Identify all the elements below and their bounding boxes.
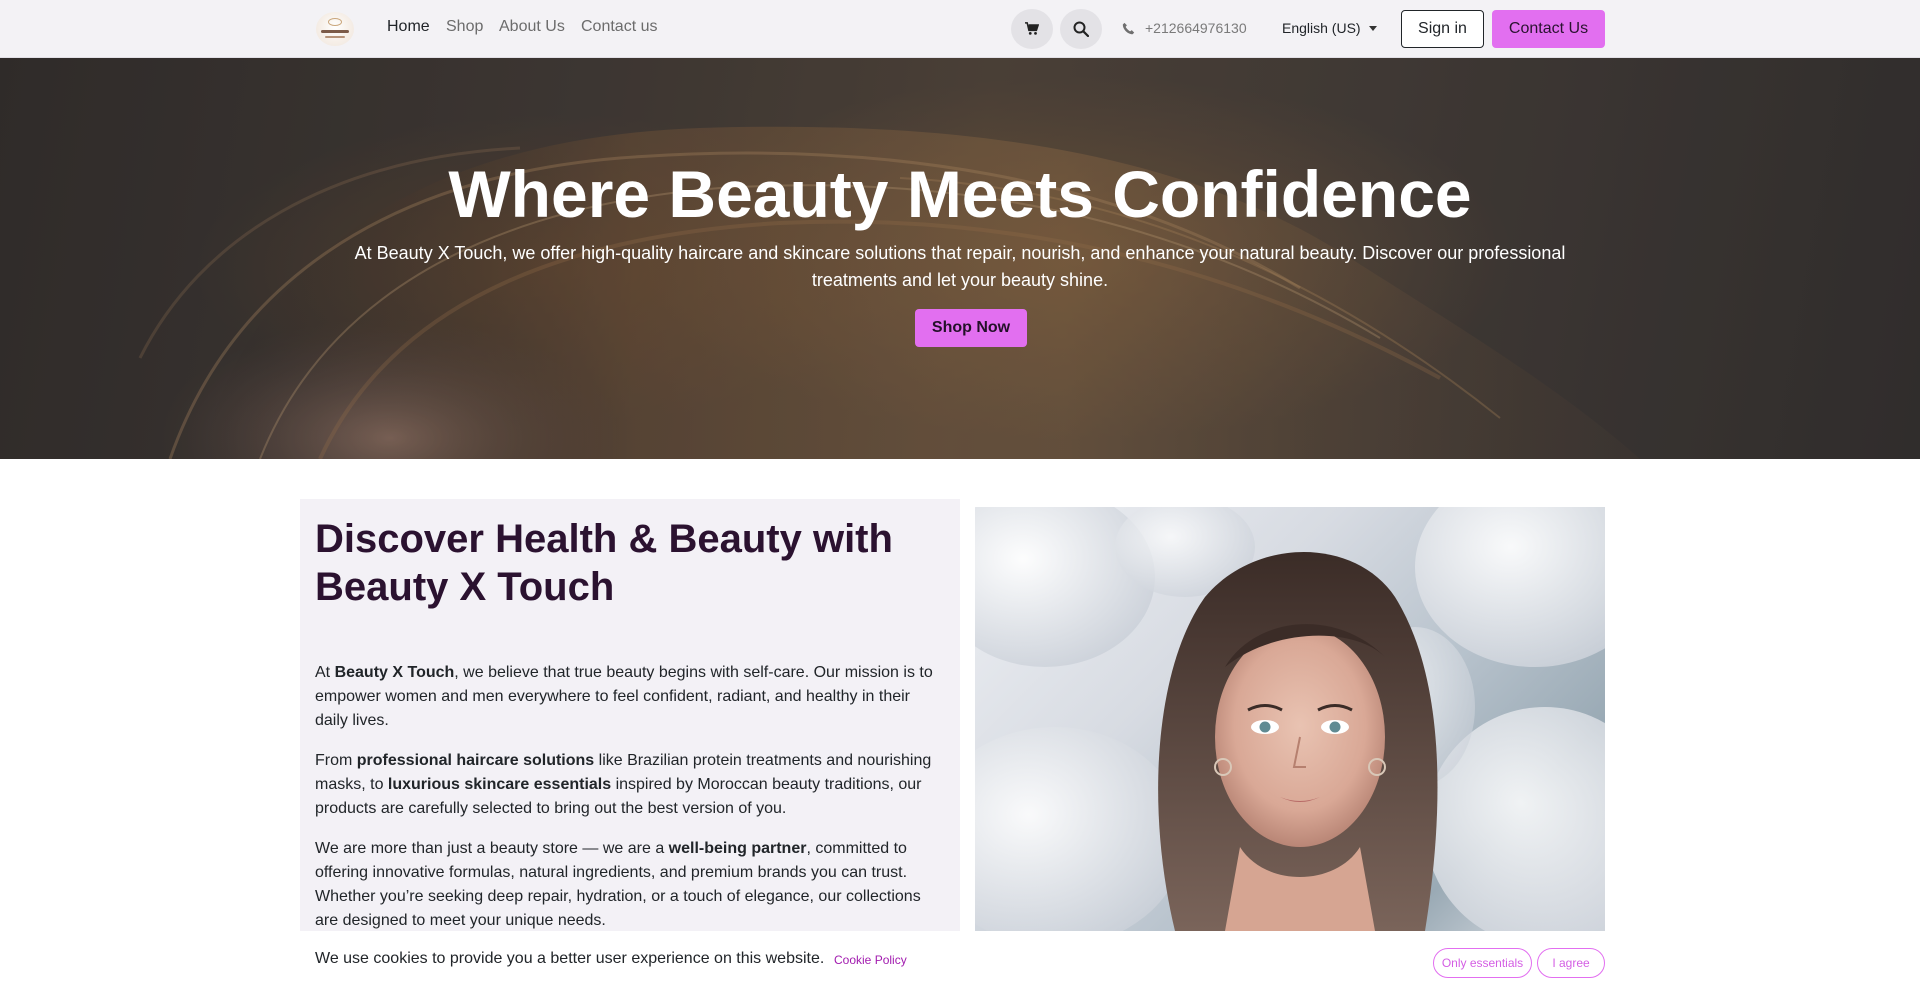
about-heading: Discover Health & Beauty with Beauty X T… <box>315 517 893 609</box>
phone-icon <box>1122 22 1135 34</box>
hero-title: Where Beauty Meets Confidence <box>448 157 1472 231</box>
i-agree-button[interactable]: I agree <box>1537 948 1605 978</box>
nav-contact-us[interactable]: Contact us <box>581 18 657 36</box>
cart-icon <box>1025 22 1039 35</box>
contact-us-button[interactable]: Contact Us <box>1492 10 1605 48</box>
nav-about-us[interactable]: About Us <box>499 18 565 36</box>
logo-wordmark <box>321 30 349 33</box>
brand-logo[interactable] <box>316 12 354 46</box>
model-portrait-image <box>975 507 1605 931</box>
language-label: English (US) <box>1282 20 1361 36</box>
cookie-policy-link[interactable]: Cookie Policy <box>834 953 907 967</box>
nav-shop[interactable]: Shop <box>446 18 483 36</box>
logo-ornament <box>328 18 342 26</box>
hero-subtitle: At Beauty X Touch, we offer high-quality… <box>354 243 1566 290</box>
only-essentials-button[interactable]: Only essentials <box>1433 948 1532 978</box>
cookie-message: We use cookies to provide you a better u… <box>315 950 825 967</box>
search-button[interactable] <box>1060 9 1102 49</box>
cookie-banner: We use cookies to provide you a better u… <box>300 931 1620 993</box>
shop-now-button[interactable]: Shop Now <box>915 309 1027 347</box>
phone-contact[interactable]: +212664976130 <box>1122 20 1247 36</box>
search-icon <box>1073 21 1089 37</box>
about-paragraph-3: We are more than just a beauty store — w… <box>315 840 921 929</box>
about-section: Discover Health & Beauty with Beauty X T… <box>300 499 960 969</box>
hero-banner: Where Beauty Meets Confidence At Beauty … <box>0 58 1920 459</box>
sign-in-button[interactable]: Sign in <box>1401 10 1484 48</box>
logo-tagline <box>325 36 345 38</box>
about-paragraph-2: From professional haircare solutions lik… <box>315 752 932 817</box>
language-selector[interactable]: English (US) <box>1282 20 1377 36</box>
phone-number: +212664976130 <box>1145 20 1247 36</box>
navbar: Home Shop About Us Contact us +212664976… <box>0 0 1920 58</box>
chevron-down-icon <box>1368 25 1377 31</box>
portrait-illustration <box>975 507 1605 931</box>
nav-home[interactable]: Home <box>387 18 430 36</box>
cart-button[interactable] <box>1011 9 1053 49</box>
about-paragraph-1: At Beauty X Touch, we believe that true … <box>315 664 933 729</box>
